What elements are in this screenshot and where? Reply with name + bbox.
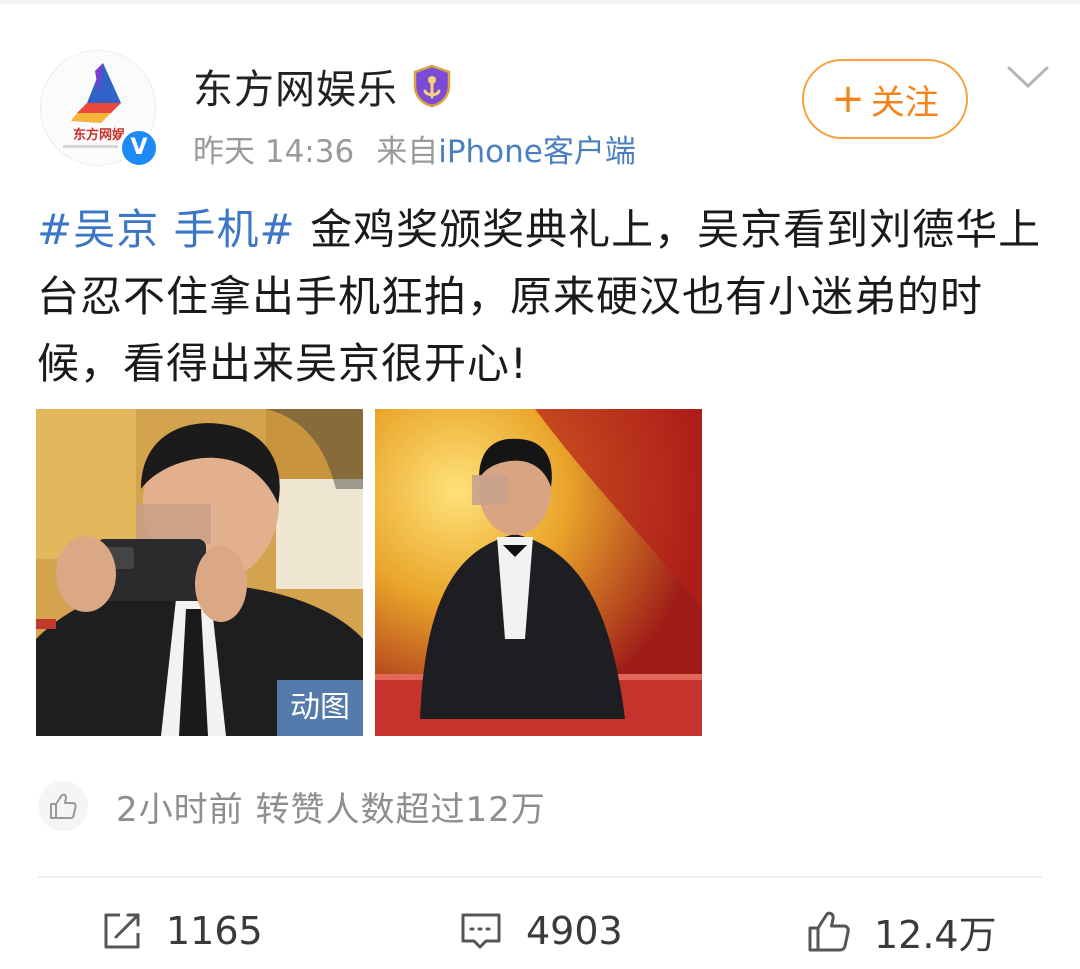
post-time: 昨天 14:36 (193, 134, 355, 170)
action-divider (38, 876, 1042, 878)
follow-label: 关注 (870, 82, 939, 123)
like-summary-text: 2小时前 转赞人数超过12万 (116, 789, 546, 830)
author-name[interactable]: 东方网娱乐 (193, 57, 398, 115)
plus-icon: + (831, 76, 865, 122)
vip-shield-badge-icon (413, 64, 451, 108)
top-divider (0, 0, 1080, 4)
source-link[interactable]: iPhone客户端 (438, 126, 636, 171)
post-image-2[interactable] (375, 409, 702, 736)
comment-icon (461, 913, 501, 949)
post-text: #吴京 手机# 金鸡奖颁奖典礼上，吴京看到刘德华上台忍不住拿出手机狂拍，原来硬汉… (37, 196, 1047, 397)
repost-count: 1165 (166, 909, 263, 953)
like-button[interactable]: 12.4万 (806, 905, 997, 957)
verified-icon: V (118, 127, 160, 169)
thumb-up-icon (808, 911, 850, 952)
like-count: 12.4万 (874, 912, 997, 957)
comment-button[interactable]: 4903 (458, 905, 623, 957)
hashtag-link[interactable]: #吴京 手机# (37, 205, 296, 254)
post-meta: 昨天 14:36 来自 iPhone客户端 (193, 126, 636, 171)
gif-badge: 动图 (277, 680, 363, 736)
like-summary: 2小时前 转赞人数超过12万 (38, 778, 546, 834)
repost-icon (104, 913, 140, 949)
photo-man-on-stage (375, 409, 702, 736)
repost-button[interactable]: 1165 (100, 905, 263, 957)
chevron-down-icon[interactable] (1004, 62, 1052, 92)
follow-button[interactable]: + 关注 (802, 59, 968, 139)
source-prefix: 来自 (376, 134, 439, 170)
author-name-row: 东方网娱乐 (193, 58, 452, 114)
comment-count: 4903 (526, 909, 623, 953)
thumb-up-icon (38, 781, 88, 831)
post-image-1[interactable]: 动图 (36, 409, 363, 736)
